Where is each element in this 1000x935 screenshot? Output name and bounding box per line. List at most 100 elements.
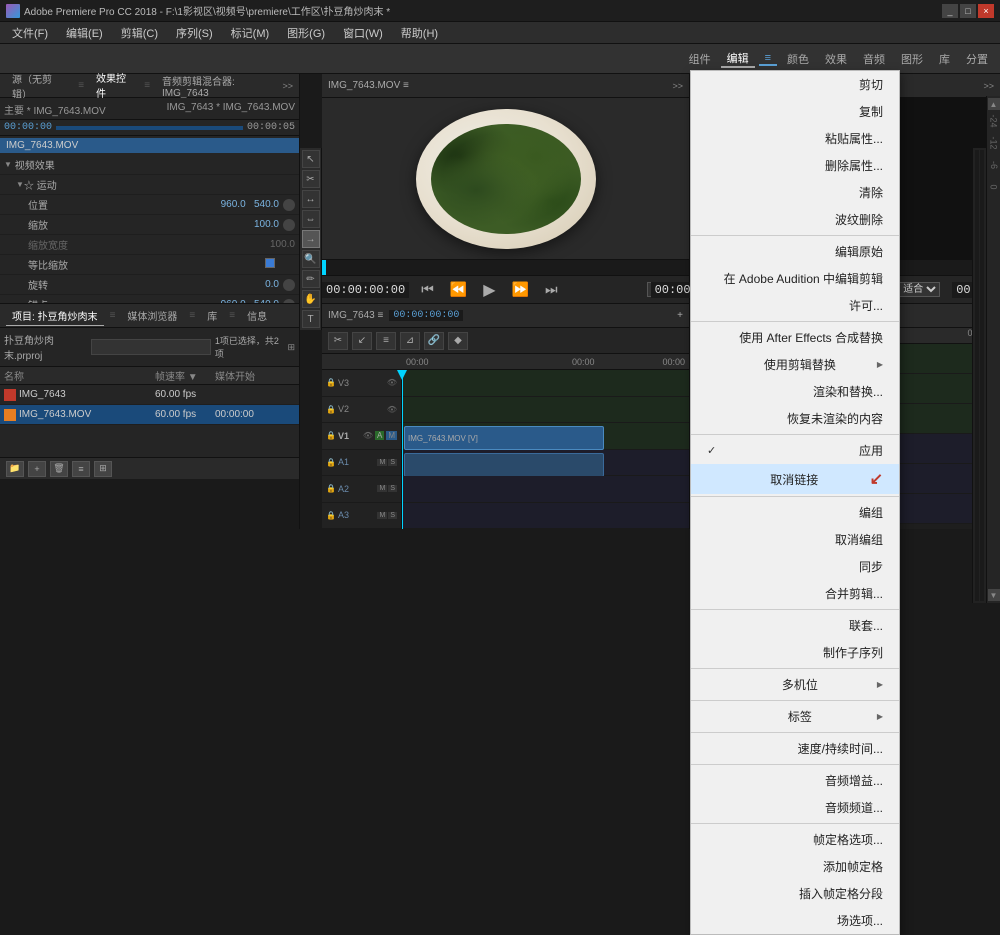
- val-rotation[interactable]: 0.0: [219, 279, 279, 290]
- reset-position[interactable]: [283, 199, 295, 211]
- tab-effects[interactable]: 效果: [819, 51, 853, 67]
- source-btn-play[interactable]: ▶: [479, 280, 499, 300]
- ctx-item-0[interactable]: 剪切: [691, 71, 899, 98]
- ctx-item-17[interactable]: 同步: [691, 553, 899, 580]
- new-item-button[interactable]: +: [28, 461, 46, 477]
- menu-item-s[interactable]: 序列(S): [168, 23, 221, 43]
- menu-item-c[interactable]: 剪辑(C): [113, 23, 166, 43]
- tab-split[interactable]: 分置: [960, 51, 994, 67]
- reset-rotation[interactable]: [283, 279, 295, 291]
- tool-ripple[interactable]: ↔: [302, 190, 320, 208]
- checkbox-uniform[interactable]: [265, 258, 275, 271]
- source-btn-back[interactable]: ⏪: [446, 281, 471, 298]
- tool-track-select[interactable]: →: [302, 230, 320, 248]
- tab-graphics[interactable]: 图形: [895, 51, 929, 67]
- tab-components[interactable]: 组件: [683, 51, 717, 67]
- ctx-item-26[interactable]: 帧定格选项...: [691, 826, 899, 853]
- ctx-item-19[interactable]: 联套...: [691, 612, 899, 639]
- program-menu[interactable]: >>: [983, 81, 994, 91]
- tab-info[interactable]: 信息: [241, 306, 273, 325]
- ctx-item-7[interactable]: 在 Adobe Audition 中编辑剪辑: [691, 265, 899, 292]
- lock-v2[interactable]: 🔒: [326, 405, 336, 414]
- project-item-clip[interactable]: IMG_7643.MOV 60.00 fps 00:00:00: [0, 405, 299, 425]
- ctx-item-10[interactable]: 使用剪辑替换: [691, 351, 899, 378]
- source-btn-start[interactable]: ⏮: [417, 281, 438, 298]
- tab-audio-mixer[interactable]: 音频剪辑混合器: IMG_7643: [156, 71, 278, 101]
- lock-a3[interactable]: 🔒: [326, 511, 336, 520]
- val-position[interactable]: 960.0 540.0: [219, 199, 279, 210]
- ctx-item-6[interactable]: 编辑原始: [691, 238, 899, 265]
- patch-v1[interactable]: M: [386, 431, 397, 440]
- ctx-item-22[interactable]: 标签: [691, 703, 899, 730]
- minimize-button[interactable]: _: [942, 4, 958, 18]
- add-track-btn[interactable]: +: [677, 310, 683, 321]
- lock-v1[interactable]: 🔒: [326, 431, 336, 440]
- ctx-item-12[interactable]: 恢复未渲染的内容: [691, 405, 899, 432]
- track-row-a2[interactable]: [402, 476, 689, 503]
- close-button[interactable]: ×: [978, 4, 994, 18]
- ctx-item-29[interactable]: 场选项...: [691, 907, 899, 934]
- tl-add-marker[interactable]: ✂: [328, 332, 348, 350]
- a3-m[interactable]: M: [377, 512, 387, 519]
- list-view-icon[interactable]: ⊞: [287, 342, 295, 353]
- tool-rolling[interactable]: ⇔: [302, 210, 320, 228]
- ctx-item-18[interactable]: 合并剪辑...: [691, 580, 899, 607]
- col-fps[interactable]: 帧速率 ▼: [155, 368, 215, 383]
- a2-m[interactable]: M: [377, 485, 387, 492]
- reset-scale[interactable]: [283, 219, 295, 231]
- new-bin-button[interactable]: 📁: [6, 461, 24, 477]
- menu-item-w[interactable]: 窗口(W): [335, 23, 391, 43]
- a2-s[interactable]: S: [388, 485, 397, 492]
- menu-item-g[interactable]: 图形(G): [279, 23, 333, 43]
- clip-v1[interactable]: IMG_7643.MOV [V]: [404, 426, 604, 450]
- ctx-item-28[interactable]: 插入帧定格分段: [691, 880, 899, 907]
- tool-pen[interactable]: ✏: [302, 270, 320, 288]
- a1-m[interactable]: M: [377, 459, 387, 466]
- ctx-item-16[interactable]: 取消编组: [691, 526, 899, 553]
- timeline-timecode[interactable]: 00:00:00:00: [389, 310, 463, 321]
- tab-library-proj[interactable]: 库: [201, 306, 223, 325]
- tab-color[interactable]: 颜色: [781, 51, 815, 67]
- ctx-item-13[interactable]: ✓应用: [691, 437, 899, 464]
- ctx-item-20[interactable]: 制作子序列: [691, 639, 899, 666]
- project-search-input[interactable]: [91, 339, 211, 355]
- source-menu[interactable]: >>: [672, 81, 683, 91]
- tl-ripple-delete[interactable]: ↙: [352, 332, 372, 350]
- eye-v1[interactable]: 👁: [363, 431, 373, 440]
- track-row-v2[interactable]: [402, 397, 689, 424]
- eye-v3[interactable]: 👁: [387, 378, 397, 387]
- ctx-item-21[interactable]: 多机位: [691, 671, 899, 698]
- scroll-up[interactable]: ▲: [988, 98, 1000, 110]
- tab-audio[interactable]: 音频: [857, 51, 891, 67]
- ctx-item-24[interactable]: 音频增益...: [691, 767, 899, 794]
- lock-a2[interactable]: 🔒: [326, 484, 336, 493]
- ctx-item-14[interactable]: 取消链接↙: [691, 464, 899, 494]
- tl-marker2[interactable]: ◆: [448, 332, 468, 350]
- menu-item-m[interactable]: 标记(M): [223, 23, 278, 43]
- track-row-a1[interactable]: [402, 450, 689, 477]
- ctx-item-3[interactable]: 删除属性...: [691, 152, 899, 179]
- ctx-item-2[interactable]: 粘贴属性...: [691, 125, 899, 152]
- source-btn-end[interactable]: ⏭: [541, 281, 562, 298]
- eye-v2[interactable]: 👁: [387, 405, 397, 414]
- ctx-item-4[interactable]: 清除: [691, 179, 899, 206]
- list-view-button[interactable]: ≡: [72, 461, 90, 477]
- val-anchor[interactable]: 960.0 540.0: [219, 299, 279, 303]
- track-row-v1[interactable]: IMG_7643.MOV [V]: [402, 423, 689, 450]
- val-scale[interactable]: 100.0: [219, 219, 279, 230]
- ctx-item-23[interactable]: 速度/持续时间...: [691, 735, 899, 762]
- timeline-ruler[interactable]: 00:00 00:00 00:00: [322, 354, 689, 370]
- tool-text[interactable]: T: [302, 310, 320, 328]
- clip-a1[interactable]: [404, 453, 604, 477]
- ctx-item-8[interactable]: 许可...: [691, 292, 899, 319]
- menu-item-f[interactable]: 文件(F): [4, 23, 56, 43]
- tl-snap[interactable]: ⊿: [400, 332, 420, 350]
- track-row-a3[interactable]: [402, 503, 689, 530]
- playhead[interactable]: [402, 370, 403, 529]
- ctx-item-1[interactable]: 复制: [691, 98, 899, 125]
- program-fit-select[interactable]: 适合: [898, 282, 940, 297]
- program-fit[interactable]: 适合: [898, 282, 940, 297]
- ctx-item-11[interactable]: 渲染和替换...: [691, 378, 899, 405]
- source-progress-bar[interactable]: [322, 259, 689, 275]
- ctx-item-5[interactable]: 波纹删除: [691, 206, 899, 233]
